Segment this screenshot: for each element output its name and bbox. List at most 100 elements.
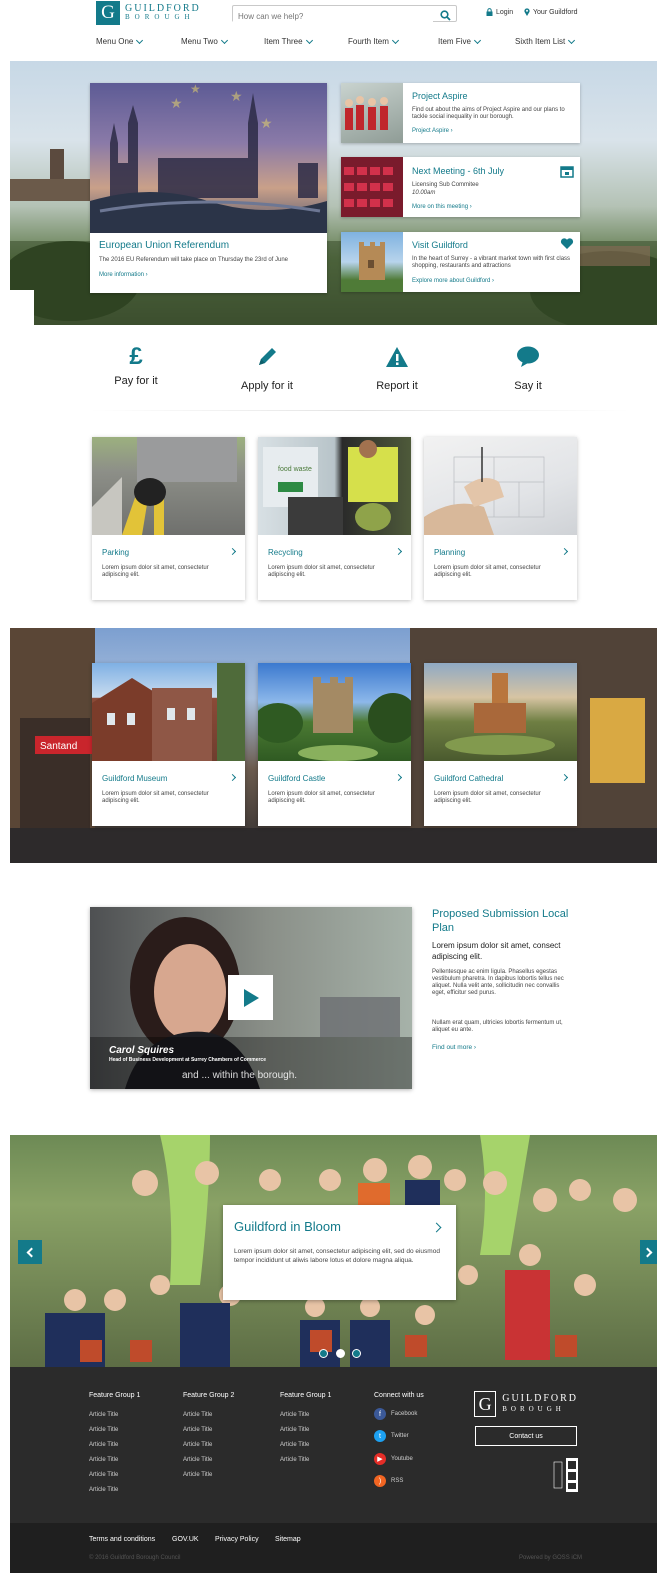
- sitemap-link[interactable]: Sitemap: [275, 1536, 301, 1543]
- meeting-seats-image: [341, 157, 403, 217]
- login-label: Login: [496, 8, 514, 16]
- nav-item-6[interactable]: Sixth Item List: [515, 36, 576, 46]
- bloom-card[interactable]: Guildford in Bloom Lorem ipsum dolor sit…: [223, 1205, 456, 1300]
- youtube-link[interactable]: ▶ Youtube: [374, 1453, 444, 1465]
- recycling-text: Lorem ipsum dolor sit amet, consectetur …: [268, 565, 375, 578]
- map-pin-icon: [524, 8, 530, 16]
- chevron-down-icon: [136, 36, 144, 44]
- project-aspire-link[interactable]: Project Aspire ›: [412, 128, 453, 134]
- project-aspire-card[interactable]: Project Aspire Find out about the aims o…: [341, 83, 580, 143]
- service-card-planning[interactable]: Planning Lorem ipsum dolor sit amet, con…: [424, 437, 577, 600]
- chevron-down-icon: [220, 36, 228, 44]
- footer-logo[interactable]: G GUILDFORD BOROUGH: [474, 1390, 578, 1418]
- footer-logo-mark: G: [474, 1391, 497, 1417]
- govuk-link[interactable]: GOV.UK: [172, 1536, 199, 1543]
- footer-link[interactable]: Article Title: [183, 1427, 243, 1433]
- footer-link[interactable]: Article Title: [89, 1487, 149, 1493]
- hero-main-link[interactable]: More information ›: [99, 272, 148, 278]
- play-button[interactable]: [228, 975, 273, 1020]
- your-guildford-link[interactable]: Your Guildford: [524, 8, 578, 16]
- facebook-icon: f: [374, 1408, 386, 1420]
- parliament-image: ★ ★ ★ ★: [90, 82, 327, 233]
- footer-link[interactable]: Article Title: [280, 1412, 340, 1418]
- bloom-text: Lorem ipsum dolor sit amet, consectetur …: [234, 1248, 440, 1264]
- task-apply-label: Apply for it: [241, 380, 293, 392]
- nav-item-5[interactable]: Item Five: [438, 36, 481, 46]
- terms-link[interactable]: Terms and conditions: [89, 1536, 155, 1543]
- footer-link[interactable]: Article Title: [89, 1412, 149, 1418]
- cathedral-title: Guildford Cathedral: [434, 774, 504, 783]
- video-player[interactable]: Carol Squires Head of Business Developme…: [90, 907, 412, 1089]
- twitter-link[interactable]: t Twitter: [374, 1430, 444, 1442]
- powered-by[interactable]: Powered by GOSS iCM: [519, 1555, 582, 1561]
- login-link[interactable]: Login: [486, 8, 513, 16]
- local-plan-title[interactable]: Proposed Submission Local Plan: [432, 907, 582, 935]
- planning-image: [424, 437, 577, 535]
- privacy-policy-link[interactable]: Privacy Policy: [215, 1536, 259, 1543]
- facebook-link[interactable]: f Facebook: [374, 1408, 444, 1420]
- hero-main-title[interactable]: European Union Referendum: [99, 240, 229, 251]
- next-meeting-card[interactable]: Next Meeting - 6th July Licensing Sub Co…: [341, 157, 580, 217]
- carousel-dot-3[interactable]: [352, 1349, 361, 1358]
- planning-text: Lorem ipsum dolor sit amet, consectetur …: [434, 565, 541, 578]
- next-meeting-title[interactable]: Next Meeting - 6th July: [412, 166, 504, 176]
- footer-link[interactable]: Article Title: [89, 1427, 149, 1433]
- nav-item-2[interactable]: Menu Two: [181, 36, 228, 46]
- local-plan-link[interactable]: Find out more ›: [432, 1044, 476, 1051]
- visit-guildford-title[interactable]: Visit Guildford: [412, 240, 468, 250]
- castle-image: [253, 663, 418, 761]
- search-input[interactable]: [233, 9, 433, 24]
- search-icon[interactable]: [440, 8, 451, 26]
- chevron-right-icon: [228, 547, 237, 556]
- speaker-name: Carol Squires: [109, 1045, 175, 1056]
- footer-link[interactable]: Article Title: [89, 1442, 149, 1448]
- footer-link[interactable]: Article Title: [89, 1472, 149, 1478]
- footer-link[interactable]: Article Title: [280, 1442, 340, 1448]
- task-report-label: Report it: [376, 380, 418, 392]
- place-card-cathedral[interactable]: Guildford Cathedral Lorem ipsum dolor si…: [424, 663, 577, 826]
- local-plan-lead: Lorem ipsum dolor sit amet, consect adip…: [432, 941, 561, 961]
- task-pay-label: Pay for it: [114, 375, 158, 387]
- place-card-museum[interactable]: Guildford Museum Lorem ipsum dolor sit a…: [92, 663, 245, 826]
- service-card-parking[interactable]: Parking Lorem ipsum dolor sit amet, cons…: [92, 437, 245, 600]
- meeting-time: 10.00am: [412, 190, 436, 196]
- recycling-image: food waste: [258, 437, 411, 535]
- project-aspire-title[interactable]: Project Aspire: [412, 91, 468, 101]
- footer-link[interactable]: Article Title: [183, 1442, 243, 1448]
- footer-link[interactable]: Article Title: [280, 1427, 340, 1433]
- carousel-prev-button[interactable]: [18, 1240, 42, 1264]
- castle-title: Guildford Castle: [268, 774, 326, 783]
- carousel-dot-2[interactable]: [336, 1349, 345, 1358]
- cathedral-image: [424, 663, 577, 761]
- carousel-next-button[interactable]: [640, 1240, 657, 1264]
- svg-text:★: ★: [230, 88, 243, 104]
- chevron-down-icon: [305, 36, 313, 44]
- footer-link[interactable]: Article Title: [280, 1457, 340, 1463]
- footer-link[interactable]: Article Title: [183, 1472, 243, 1478]
- footer-link[interactable]: Article Title: [89, 1457, 149, 1463]
- footer-bottom-bar: [10, 1523, 657, 1573]
- contact-us-button[interactable]: Contact us: [475, 1426, 577, 1446]
- visit-guildford-link[interactable]: Explore more about Guildford ›: [412, 278, 494, 284]
- next-meeting-link[interactable]: More on this meeting ›: [412, 204, 472, 210]
- place-card-castle[interactable]: Guildford Castle Lorem ipsum dolor sit a…: [253, 663, 418, 826]
- nav-item-3[interactable]: Item Three: [264, 36, 313, 46]
- task-pay[interactable]: £ Pay for it: [76, 345, 196, 388]
- task-apply[interactable]: Apply for it: [207, 345, 327, 392]
- hero-main-card[interactable]: ★ ★ ★ ★ European Union Referendum The 2016 …: [90, 82, 327, 293]
- task-report[interactable]: Report it: [337, 345, 457, 392]
- footer-group-1-title: Feature Group 1: [89, 1392, 141, 1399]
- carousel-dot-1[interactable]: [319, 1349, 328, 1358]
- rss-link[interactable]: ) RSS: [374, 1475, 444, 1487]
- nav-item-1[interactable]: Menu One: [96, 36, 144, 46]
- chevron-right-icon: [394, 773, 403, 782]
- task-say[interactable]: Say it: [468, 345, 588, 392]
- service-card-recycling[interactable]: food waste Recycling Lorem ipsum dolor s…: [258, 437, 411, 600]
- guildford-logo[interactable]: G GUILDFORD BOROUGH: [96, 1, 208, 25]
- youtube-icon: ▶: [374, 1453, 386, 1465]
- footer-link[interactable]: Article Title: [183, 1412, 243, 1418]
- nav-item-4[interactable]: Fourth Item: [348, 36, 399, 46]
- visit-guildford-card[interactable]: Visit Guildford In the heart of Surrey -…: [341, 232, 580, 292]
- footer-link[interactable]: Article Title: [183, 1457, 243, 1463]
- footer-group-3-title: Feature Group 1: [280, 1392, 332, 1399]
